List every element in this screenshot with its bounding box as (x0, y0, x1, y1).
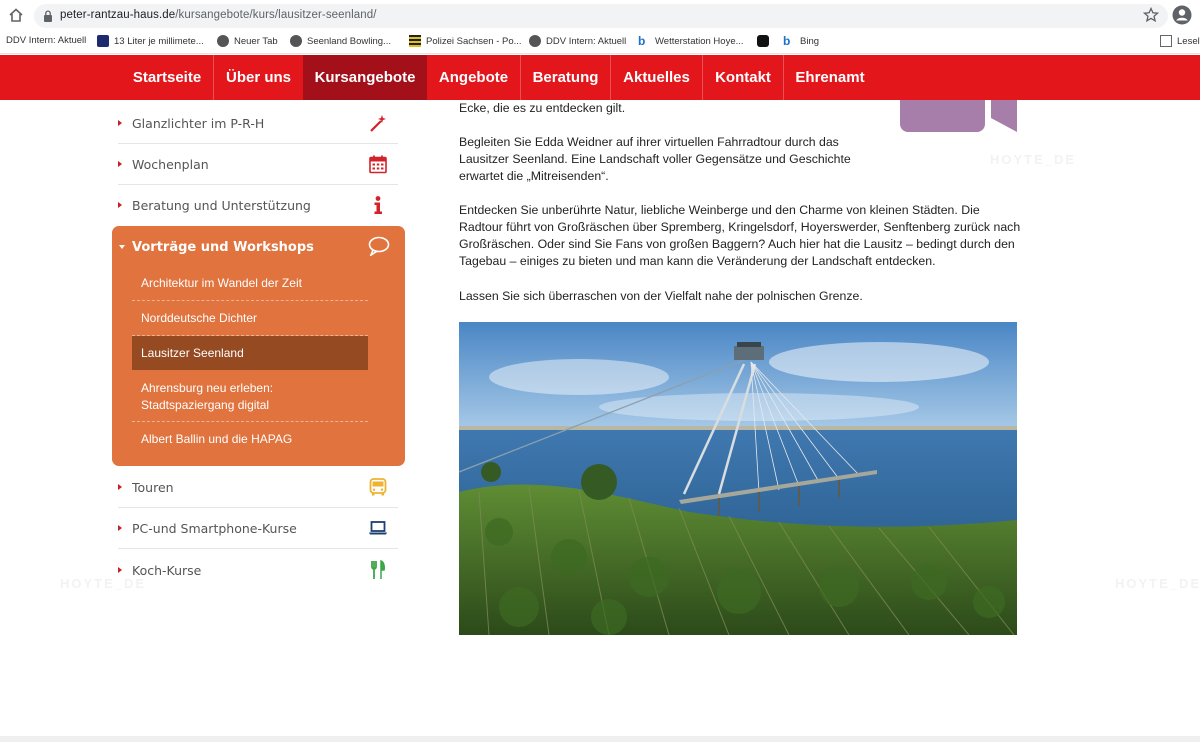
chevron-right-icon (118, 161, 122, 167)
globe-icon (290, 35, 302, 47)
bookmark-label: Leseli (1177, 35, 1200, 47)
sidebar-item-glanzlichter[interactable]: Glanzlichter im P-R-H (118, 103, 398, 144)
bookmark-star-icon[interactable] (1143, 7, 1159, 23)
blue-square-icon (97, 35, 109, 47)
info-icon (374, 196, 382, 214)
bus-icon (369, 478, 387, 496)
sidebar-subitem-label: Norddeutsche Dichter (141, 311, 258, 325)
bookmark-label: Seenland Bowling... (307, 35, 391, 47)
sidebar-section-vortraege: Vorträge und Workshops Architektur im Wa… (112, 226, 405, 466)
content-paragraph: Entdecken Sie unberührte Natur, lieblich… (459, 203, 1021, 268)
sidebar-subitem-lausitzer-seenland[interactable]: Lausitzer Seenland (132, 336, 368, 370)
reading-list-icon (1160, 35, 1172, 47)
nav-beratung[interactable]: Beratung (521, 55, 610, 100)
sidebar-item-beratung[interactable]: Beratung und Unterstützung (118, 185, 398, 226)
sidebar-subitem-label: Lausitzer Seenland (141, 346, 244, 360)
bookmark-item[interactable]: DDV Intern: Aktuell (529, 35, 626, 47)
sidebar-item-wochenplan[interactable]: Wochenplan (118, 144, 398, 185)
watermark: HOYTE_DE (1115, 576, 1200, 591)
magic-wand-icon (370, 115, 386, 132)
sidebar-subitem-label: Albert Ballin und die HAPAG (141, 432, 293, 446)
bookmark-item[interactable]: b Bing (783, 35, 819, 47)
bookmark-item[interactable]: DDV Intern: Aktuell (6, 35, 86, 46)
bottom-scroll-area (0, 736, 1200, 742)
sidebar-subitem-label: Ahrensburg neu erleben: (141, 381, 274, 395)
bookmark-label: Polizei Sachsen - Po... (426, 35, 522, 47)
laptop-icon (369, 521, 387, 535)
cutlery-icon (371, 560, 385, 579)
nav-ehrenamt[interactable]: Ehrenamt (784, 55, 876, 100)
main-nav: Startseite Über uns Kursangebote Angebot… (0, 55, 1200, 100)
dark-badge-icon (757, 35, 769, 47)
sidebar-item-touren[interactable]: Touren (118, 467, 398, 508)
sidebar-subitem-label: Architektur im Wandel der Zeit (141, 276, 302, 290)
content-paragraph: Ecke, die es zu entdecken gilt. (459, 101, 626, 115)
bookmark-label: Neuer Tab (234, 35, 278, 47)
chevron-right-icon (118, 484, 122, 490)
nav-kontakt[interactable]: Kontakt (703, 55, 783, 100)
bookmark-item[interactable]: Leseli (1160, 35, 1200, 47)
sidebar-item-label: Beratung und Unterstützung (132, 198, 311, 213)
bookmark-label: DDV Intern: Aktuell (6, 35, 87, 46)
bookmark-item[interactable]: 13 Liter je millimete... (97, 35, 204, 47)
sidebar-item-label: Wochenplan (132, 157, 209, 172)
chevron-right-icon (118, 120, 122, 126)
sidebar-subitem-dichter[interactable]: Norddeutsche Dichter (132, 301, 368, 336)
chevron-down-icon (119, 245, 125, 249)
sidebar-item-label: Glanzlichter im P-R-H (132, 116, 265, 131)
sidebar-item-label: PC-und Smartphone-Kurse (132, 521, 297, 536)
lake-vineyard-photo (459, 322, 1017, 635)
bing-icon: b (783, 34, 791, 48)
bookmark-item[interactable]: Polizei Sachsen - Po... (409, 35, 522, 47)
content-paragraph: Lassen Sie sich überraschen von der Viel… (459, 289, 863, 303)
saxony-crest-icon (409, 35, 421, 47)
bookmark-item[interactable]: Seenland Bowling... (290, 35, 391, 47)
url-domain: peter-rantzau-haus.de (60, 9, 176, 21)
bookmark-item[interactable]: Neuer Tab (217, 35, 278, 47)
bing-icon: b (638, 34, 646, 48)
url-path: /kursangebote/kurs/lausitzer-seenland/ (175, 9, 377, 21)
sidebar-subitem-ballin[interactable]: Albert Ballin und die HAPAG (132, 423, 368, 456)
calendar-icon (369, 155, 387, 174)
nav-ueber-uns[interactable]: Über uns (214, 55, 303, 100)
chevron-right-icon (118, 202, 122, 208)
nav-angebote[interactable]: Angebote (427, 55, 520, 100)
globe-icon (217, 35, 229, 47)
globe-icon (529, 35, 541, 47)
nav-startseite[interactable]: Startseite (122, 55, 212, 100)
sidebar-item-pc-kurse[interactable]: PC-und Smartphone-Kurse (118, 508, 398, 549)
home-icon[interactable] (8, 7, 24, 23)
url-text[interactable]: peter-rantzau-haus.de/kursangebote/kurs/… (60, 9, 377, 21)
bookmark-label: Wetterstation Hoye... (655, 35, 744, 47)
bookmark-item[interactable]: b Wetterstation Hoye... (638, 35, 744, 47)
sidebar-subitem-ahrensburg[interactable]: Ahrensburg neu erleben: Stadtspaziergang… (132, 372, 368, 422)
nav-aktuelles[interactable]: Aktuelles (611, 55, 702, 100)
bookmarks-bar: DDV Intern: Aktuell 13 Liter je millimet… (0, 30, 1200, 54)
sidebar-subitem-architektur[interactable]: Architektur im Wandel der Zeit (132, 266, 368, 301)
content-paragraph: Begleiten Sie Edda Weidner auf ihrer vir… (459, 135, 851, 183)
bookmark-label: Bing (800, 35, 820, 47)
lock-icon[interactable] (43, 10, 53, 22)
profile-avatar-icon[interactable] (1172, 5, 1192, 25)
watermark: HOYTE_DE (990, 152, 1077, 167)
sidebar-item-label: Koch-Kurse (132, 563, 202, 578)
nav-kursangebote[interactable]: Kursangebote (303, 55, 427, 100)
sidebar-item-label: Touren (132, 480, 174, 495)
browser-address-bar: peter-rantzau-haus.de/kursangebote/kurs/… (0, 0, 1200, 30)
sidebar-subitem-label: Stadtspaziergang digital (141, 398, 270, 412)
bookmark-label: 13 Liter je millimete... (114, 35, 204, 47)
chevron-right-icon (118, 567, 122, 573)
chevron-right-icon (118, 525, 122, 531)
speech-bubble-icon (368, 236, 390, 256)
bookmark-label: DDV Intern: Aktuell (546, 35, 627, 47)
bookmark-item[interactable] (757, 35, 769, 47)
sidebar-section-title[interactable]: Vorträge und Workshops (132, 240, 314, 255)
sidebar-item-koch-kurse[interactable]: Koch-Kurse (118, 550, 398, 591)
